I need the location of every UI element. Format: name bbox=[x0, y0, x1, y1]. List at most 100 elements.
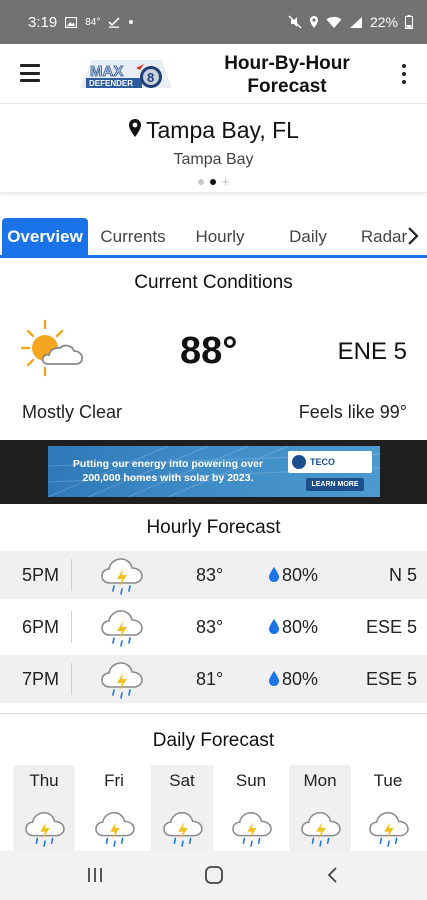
hourly-row[interactable]: 6PM 83° 80% ESE 5 bbox=[0, 603, 427, 651]
location-name: Tampa Bay, FL bbox=[146, 117, 299, 143]
thunderstorm-icon bbox=[368, 809, 410, 847]
mute-icon bbox=[288, 15, 302, 29]
tab-hourly[interactable]: Hourly bbox=[178, 218, 262, 255]
teco-ad-banner[interactable]: Putting our energy into powering over 20… bbox=[48, 446, 380, 497]
home-button[interactable] bbox=[204, 865, 224, 890]
chevron-right-icon[interactable] bbox=[405, 224, 421, 248]
home-icon bbox=[205, 866, 223, 884]
hourly-row[interactable]: 5PM 83° 80% N 5 bbox=[0, 551, 427, 599]
thunderstorm-icon bbox=[162, 809, 204, 847]
signal-icon bbox=[349, 16, 363, 29]
location-status-icon bbox=[309, 15, 319, 29]
hourly-time: 6PM bbox=[22, 616, 60, 637]
svg-text:DEFENDER: DEFENDER bbox=[89, 79, 133, 88]
daily-day-sun[interactable]: Sun bbox=[220, 765, 282, 851]
hourly-wind: ESE 5 bbox=[365, 616, 417, 637]
day-name: Sat bbox=[169, 771, 195, 790]
divider bbox=[71, 559, 72, 591]
daily-day-sat[interactable]: Sat bbox=[151, 765, 213, 851]
day-name: Mon bbox=[303, 771, 337, 790]
divider bbox=[0, 713, 427, 714]
ad-learn-more-button[interactable]: LEARN MORE bbox=[306, 478, 364, 491]
status-temp: 84° bbox=[85, 16, 101, 28]
tab-overview[interactable]: Overview bbox=[2, 218, 88, 255]
location-pager[interactable]: + bbox=[0, 175, 427, 188]
menu-icon bbox=[20, 64, 40, 67]
notification-dot-icon bbox=[128, 19, 134, 25]
hourly-precip: 80% bbox=[282, 616, 319, 637]
max-defender-logo: MAX DEFENDER 8 bbox=[78, 54, 174, 94]
current-temperature: 88° bbox=[180, 330, 238, 372]
battery-icon bbox=[405, 15, 413, 29]
hourly-precip: 80% bbox=[282, 668, 319, 689]
back-button[interactable] bbox=[325, 865, 339, 890]
hourly-temp: 83° bbox=[196, 616, 224, 637]
daily-day-fri[interactable]: Fri bbox=[83, 765, 145, 851]
thunderstorm-icon bbox=[231, 809, 273, 847]
daily-day-thu[interactable]: Thu bbox=[13, 765, 75, 851]
battery-percent: 22% bbox=[369, 14, 398, 30]
daily-day-tue[interactable]: Tue bbox=[357, 765, 419, 851]
tab-currents[interactable]: Currents bbox=[88, 218, 178, 255]
menu-button[interactable] bbox=[20, 64, 40, 82]
more-vert-icon bbox=[402, 64, 406, 68]
pager-dot-active[interactable] bbox=[209, 179, 216, 185]
daily-day-mon[interactable]: Mon bbox=[289, 765, 351, 851]
hourly-time: 7PM bbox=[22, 668, 60, 689]
thunderstorm-icon bbox=[100, 555, 144, 595]
tab-daily[interactable]: Daily bbox=[262, 218, 354, 255]
teco-logo-mark-icon bbox=[292, 455, 306, 469]
hourly-wind: N 5 bbox=[388, 564, 417, 585]
ad-container: Putting our energy into powering over 20… bbox=[0, 440, 427, 504]
download-done-icon bbox=[108, 16, 120, 28]
tab-bar: Overview Currents Hourly Daily Radar bbox=[0, 218, 427, 258]
thunderstorm-icon bbox=[100, 607, 144, 647]
teco-brand: TECO bbox=[310, 457, 336, 467]
gallery-icon bbox=[65, 16, 78, 28]
page-title: Hour-By-Hour Forecast bbox=[224, 53, 350, 97]
recent-apps-button[interactable] bbox=[86, 865, 104, 890]
thunderstorm-icon bbox=[100, 659, 144, 699]
hourly-precip: 80% bbox=[282, 564, 319, 585]
thunderstorm-icon bbox=[24, 809, 66, 847]
raindrop-icon bbox=[269, 619, 279, 634]
svg-text:MAX: MAX bbox=[90, 63, 123, 80]
recent-apps-icon bbox=[88, 868, 102, 882]
location-header[interactable]: Tampa Bay, FL Tampa Bay + bbox=[0, 105, 427, 193]
day-name: Fri bbox=[104, 771, 124, 790]
hourly-temp: 83° bbox=[196, 564, 224, 585]
raindrop-icon bbox=[269, 567, 279, 582]
hourly-forecast-title: Hourly Forecast bbox=[146, 517, 281, 538]
current-condition-text: Mostly Clear bbox=[22, 402, 123, 422]
divider bbox=[71, 663, 72, 695]
system-nav-bar bbox=[0, 851, 427, 900]
svg-text:8: 8 bbox=[147, 70, 154, 85]
current-wind: ENE 5 bbox=[337, 338, 407, 365]
day-name: Tue bbox=[373, 771, 403, 790]
location-subtitle: Tampa Bay bbox=[173, 151, 254, 168]
hourly-temp: 81° bbox=[196, 668, 224, 689]
feels-like-text: Feels like 99° bbox=[298, 402, 407, 422]
thunderstorm-icon bbox=[300, 809, 342, 847]
day-name: Sun bbox=[235, 771, 267, 790]
raindrop-icon bbox=[269, 671, 279, 686]
hourly-wind: ESE 5 bbox=[365, 668, 417, 689]
daily-forecast-title: Daily Forecast bbox=[152, 730, 275, 751]
hourly-row[interactable]: 7PM 81° 80% ESE 5 bbox=[0, 655, 427, 703]
status-time: 3:19 bbox=[28, 13, 58, 31]
pager-dot[interactable] bbox=[197, 179, 204, 185]
add-location-icon[interactable]: + bbox=[222, 175, 230, 188]
status-bar: 3:19 84° 22% bbox=[0, 0, 427, 44]
divider bbox=[71, 611, 72, 643]
ad-text: Putting our energy into powering over 20… bbox=[72, 458, 264, 484]
more-options-button[interactable] bbox=[400, 64, 408, 84]
thunderstorm-icon bbox=[94, 809, 136, 847]
partly-sunny-icon bbox=[20, 318, 88, 380]
current-conditions-title: Current Conditions bbox=[134, 272, 293, 293]
location-pin-icon bbox=[128, 118, 142, 143]
back-icon bbox=[327, 867, 337, 883]
hourly-time: 5PM bbox=[22, 564, 60, 585]
wifi-icon bbox=[326, 16, 342, 29]
day-name: Thu bbox=[29, 771, 59, 790]
teco-logo: TECO bbox=[288, 451, 372, 473]
